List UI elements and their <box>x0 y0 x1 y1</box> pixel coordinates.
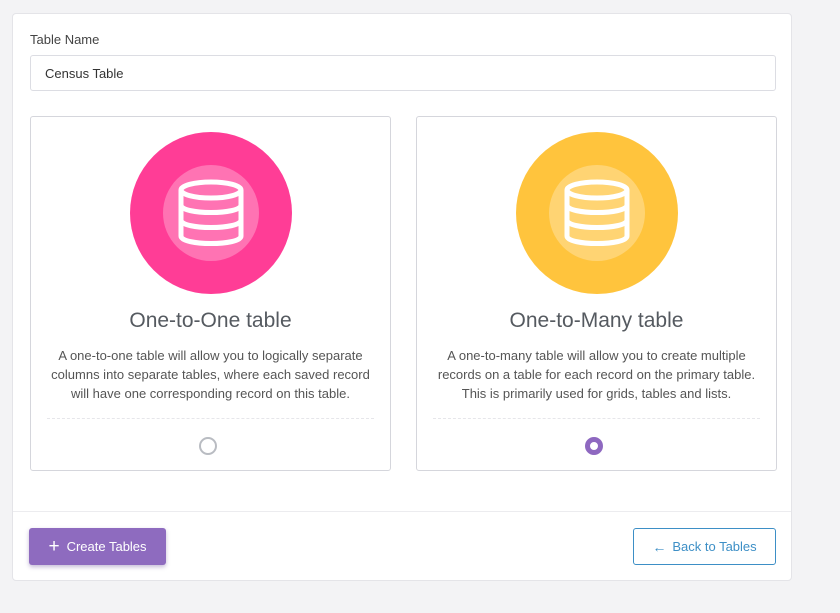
one-to-many-radio[interactable] <box>585 437 603 455</box>
plus-icon: + <box>48 536 60 557</box>
option-card-one-to-one[interactable]: One-to-One table A one-to-one table will… <box>30 116 391 471</box>
create-tables-button[interactable]: + Create Tables <box>29 528 166 565</box>
database-icon <box>549 165 645 261</box>
one-to-one-radio[interactable] <box>199 437 217 455</box>
option-card-one-to-many[interactable]: One-to-Many table A one-to-many table wi… <box>416 116 777 471</box>
one-to-one-description: A one-to-one table will allow you to log… <box>51 348 370 401</box>
card-divider <box>433 418 760 419</box>
card-divider <box>47 418 374 419</box>
one-to-many-icon-circle <box>516 132 678 294</box>
create-table-panel: Table Name One-to-One table A one-to-one… <box>12 13 792 581</box>
table-name-label: Table Name <box>30 32 100 47</box>
one-to-many-description: A one-to-many table will allow you to cr… <box>437 348 756 401</box>
one-to-one-icon-circle <box>130 132 292 294</box>
one-to-many-title: One-to-Many table <box>509 309 684 332</box>
one-to-one-title: One-to-One table <box>129 309 292 332</box>
footer-divider <box>13 511 791 512</box>
table-name-input[interactable] <box>30 55 776 91</box>
create-tables-label: Create Tables <box>66 539 147 554</box>
database-icon <box>163 165 259 261</box>
arrow-left-icon: ← <box>652 538 667 555</box>
back-to-tables-button[interactable]: ← Back to Tables <box>633 528 776 565</box>
back-to-tables-label: Back to Tables <box>672 539 757 554</box>
